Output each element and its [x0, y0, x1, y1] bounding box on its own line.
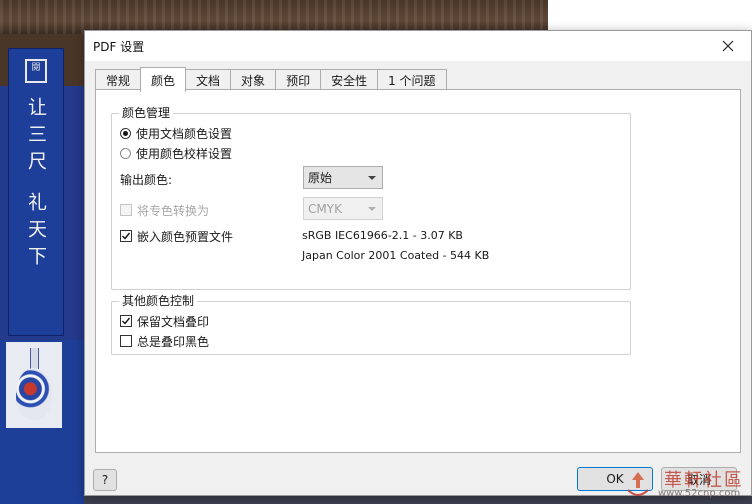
chevron-down-icon — [368, 207, 376, 211]
output-color-value: 原始 — [308, 171, 333, 185]
preserve-overprint-checkbox[interactable]: 保留文档叠印 — [120, 313, 209, 329]
rgb-profile-info: sRGB IEC61966-2.1 - 3.07 KB — [302, 229, 463, 242]
radio-selected-indicator[interactable] — [120, 127, 131, 139]
chevron-down-icon — [368, 176, 376, 180]
tab-general[interactable]: 常规 — [95, 69, 142, 91]
always-overprint-black-label: 总是叠印黑色 — [137, 334, 210, 349]
banner-seal: 閱 — [25, 59, 47, 83]
dialog-title: PDF 设置 — [93, 40, 145, 54]
convert-spot-label: 将专色转换为 — [137, 203, 210, 218]
tab-security[interactable]: 安全性 — [320, 69, 379, 91]
watermark-url: www.52cnp.com — [658, 488, 741, 499]
porcelain-vase-image — [6, 342, 62, 428]
vase-neck — [30, 348, 39, 370]
vase-body — [16, 368, 52, 420]
tab-document[interactable]: 文档 — [185, 69, 232, 91]
color-management-legend: 颜色管理 — [122, 106, 171, 120]
radio-use-document-colors[interactable]: 使用文档颜色设置 — [120, 125, 232, 141]
tab-issues[interactable]: 1 个问题 — [377, 69, 447, 91]
embed-profile-checkbox[interactable]: 嵌入颜色预置文件 — [120, 228, 233, 244]
pdf-settings-dialog: PDF 设置 常规 颜色 文档 对象 预印 安全性 1 个问题 颜色管理 使用文… — [84, 30, 752, 496]
radio-use-proof-colors[interactable]: 使用颜色校样设置 — [120, 145, 232, 161]
close-button[interactable] — [705, 31, 751, 61]
output-color-select[interactable]: 原始 — [303, 166, 383, 189]
checkbox-box[interactable] — [120, 315, 132, 327]
checkbox-box[interactable] — [120, 230, 132, 242]
tab-color[interactable]: 颜色 — [140, 67, 187, 92]
convert-spot-value: CMYK — [308, 201, 342, 216]
title-bar[interactable]: PDF 设置 — [85, 31, 751, 61]
radio-unselected-indicator[interactable] — [120, 147, 131, 159]
banner-text-2-content: 礼天下 — [25, 192, 47, 273]
color-tab-panel: 颜色管理 使用文档颜色设置 使用颜色校样设置 输出颜色: 原始 将专色转换为 C… — [95, 89, 741, 453]
help-button[interactable]: ? — [93, 469, 117, 491]
convert-spot-select: CMYK — [303, 197, 383, 220]
close-icon — [722, 40, 734, 52]
calligraphy-banner: 閱 让三尺 礼天下 — [8, 48, 64, 336]
radio-use-proof-colors-label: 使用颜色校样设置 — [136, 146, 233, 161]
preserve-overprint-label: 保留文档叠印 — [137, 314, 210, 329]
banner-text-1-content: 让三尺 — [25, 97, 47, 178]
tab-strip: 常规 颜色 文档 对象 预印 安全性 1 个问题 — [95, 67, 447, 92]
tab-prepress[interactable]: 预印 — [275, 69, 322, 91]
embed-profile-label: 嵌入颜色预置文件 — [137, 229, 234, 244]
convert-spot-checkbox[interactable]: 将专色转换为 — [120, 202, 209, 218]
background-wood-beams — [0, 0, 548, 34]
background-white-area — [548, 0, 752, 34]
banner-text-1: 让三尺 — [24, 97, 48, 178]
banner-text-2: 礼天下 — [24, 192, 48, 273]
always-overprint-black-checkbox[interactable]: 总是叠印黑色 — [120, 333, 209, 349]
cmyk-profile-info: Japan Color 2001 Coated - 544 KB — [302, 249, 490, 262]
other-color-legend: 其他颜色控制 — [122, 294, 195, 308]
checkbox-box[interactable] — [120, 335, 132, 347]
radio-use-document-colors-label: 使用文档颜色设置 — [136, 126, 233, 141]
output-color-label: 输出颜色: — [120, 173, 173, 187]
tab-objects[interactable]: 对象 — [230, 69, 277, 91]
watermark-logo-icon — [627, 472, 649, 496]
checkbox-box[interactable] — [120, 204, 132, 216]
checkmark-icon — [122, 232, 131, 240]
checkmark-icon — [122, 317, 131, 325]
